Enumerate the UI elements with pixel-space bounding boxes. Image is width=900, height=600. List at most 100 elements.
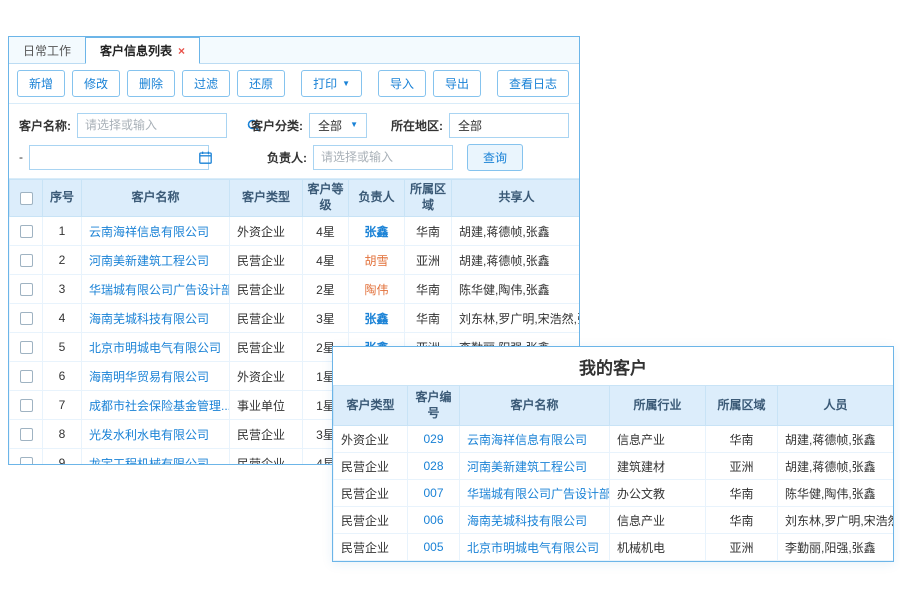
customer-name-link[interactable]: 海南明华贸易有限公司	[89, 370, 209, 384]
row-number: 9	[43, 449, 82, 466]
customer-name-link[interactable]: 海南芜城科技有限公司	[467, 514, 587, 528]
close-tab-icon[interactable]: ×	[178, 45, 185, 57]
people: 李勤丽,阳强,张鑫	[778, 534, 894, 561]
customer-name-link[interactable]: 海南芜城科技有限公司	[89, 312, 209, 326]
customer-name-link[interactable]: 河南美新建筑工程公司	[89, 254, 209, 268]
category-select[interactable]: 全部 ▼	[309, 113, 367, 138]
customer-name-link[interactable]: 龙宇工程机械有限公司	[89, 457, 209, 466]
row-checkbox[interactable]	[20, 428, 33, 441]
customer-name-link[interactable]: 华瑞城有限公司广告设计部	[467, 487, 610, 501]
column-header-type: 客户类型	[230, 180, 303, 217]
table-row[interactable]: 1 云南海祥信息有限公司 外资企业 4星 张鑫 华南 胡建,蒋德帧,张鑫	[10, 217, 581, 246]
owner-link[interactable]: 张鑫	[364, 312, 388, 326]
row-number: 8	[43, 420, 82, 449]
customer-name-link[interactable]: 光发水利水电有限公司	[89, 428, 209, 442]
print-button[interactable]: 打印 ▼	[301, 70, 362, 97]
row-checkbox[interactable]	[20, 370, 33, 383]
region: 华南	[706, 507, 778, 534]
customer-code-link[interactable]: 005	[423, 540, 443, 554]
row-checkbox[interactable]	[20, 254, 33, 267]
chevron-down-icon: ▼	[342, 80, 350, 88]
row-checkbox[interactable]	[20, 225, 33, 238]
query-button[interactable]: 查询	[467, 144, 523, 171]
customer-name-link[interactable]: 云南海祥信息有限公司	[467, 433, 587, 447]
import-button[interactable]: 导入	[378, 70, 426, 97]
row-checkbox[interactable]	[20, 399, 33, 412]
customer-name-link[interactable]: 北京市明城电气有限公司	[467, 541, 599, 555]
restore-button[interactable]: 还原	[237, 70, 285, 97]
customer-name-link[interactable]: 云南海祥信息有限公司	[89, 225, 209, 239]
customer-type: 外资企业	[230, 362, 303, 391]
table-row[interactable]: 4 海南芜城科技有限公司 民营企业 3星 张鑫 华南 刘东林,罗广明,宋浩然,张…	[10, 304, 581, 333]
delete-button[interactable]: 删除	[127, 70, 175, 97]
column-header-level: 客户等级	[303, 180, 349, 217]
row-number: 3	[43, 275, 82, 304]
owner-input-wrap	[313, 145, 453, 170]
region: 华南	[405, 275, 452, 304]
column-header-code: 客户编号	[408, 386, 460, 426]
customer-code-link[interactable]: 006	[423, 513, 443, 527]
customer-name-link[interactable]: 河南美新建筑工程公司	[467, 460, 587, 474]
column-header-name: 客户名称	[460, 386, 610, 426]
industry: 办公文教	[610, 480, 706, 507]
table-row[interactable]: 外资企业 029 云南海祥信息有限公司 信息产业 华南 胡建,蒋德帧,张鑫	[334, 426, 894, 453]
filter-row-1: 客户名称: 客户分类: 全部 ▼ 所在地区: 全部	[9, 110, 579, 140]
category-label: 客户分类:	[251, 117, 303, 134]
row-checkbox[interactable]	[20, 283, 33, 296]
region: 华南	[405, 304, 452, 333]
table-row[interactable]: 3 华瑞城有限公司广告设计部 民营企业 2星 陶伟 华南 陈华健,陶伟,张鑫	[10, 275, 581, 304]
category-value: 全部	[318, 117, 342, 134]
view-log-button[interactable]: 查看日志	[497, 70, 569, 97]
customer-type: 外资企业	[230, 217, 303, 246]
row-number: 5	[43, 333, 82, 362]
customer-type: 事业单位	[230, 391, 303, 420]
customer-name-input[interactable]	[78, 118, 247, 132]
table-row[interactable]: 民营企业 007 华瑞城有限公司广告设计部 办公文教 华南 陈华健,陶伟,张鑫	[334, 480, 894, 507]
people: 陈华健,陶伟,张鑫	[778, 480, 894, 507]
tab-label: 客户信息列表	[100, 42, 172, 59]
export-button[interactable]: 导出	[433, 70, 481, 97]
customer-type: 民营企业	[230, 246, 303, 275]
customer-name-link[interactable]: 北京市明城电气有限公司	[89, 341, 221, 355]
owner-label: 负责人:	[267, 149, 307, 166]
edit-button[interactable]: 修改	[72, 70, 120, 97]
column-header-region: 所属区域	[706, 386, 778, 426]
my-customers-title: 我的客户	[333, 347, 893, 385]
owner-input[interactable]	[314, 150, 483, 164]
customer-code-link[interactable]: 028	[423, 459, 443, 473]
table-row[interactable]: 民营企业 028 河南美新建筑工程公司 建筑建材 亚洲 胡建,蒋德帧,张鑫	[334, 453, 894, 480]
region-select[interactable]: 全部	[449, 113, 569, 138]
tab-label: 日常工作	[23, 42, 71, 59]
customer-type: 民营企业	[230, 449, 303, 466]
customer-level: 4星	[303, 217, 349, 246]
column-header-industry: 所属行业	[610, 386, 706, 426]
tab-daily-work[interactable]: 日常工作	[9, 37, 85, 63]
tab-customer-list[interactable]: 客户信息列表 ×	[85, 37, 200, 64]
customer-type: 民营企业	[334, 507, 408, 534]
owner-link[interactable]: 胡雪	[364, 254, 388, 268]
row-checkbox[interactable]	[20, 312, 33, 325]
customer-name-link[interactable]: 成都市社会保险基金管理...	[89, 399, 230, 413]
region: 亚洲	[706, 453, 778, 480]
select-all-checkbox[interactable]	[20, 192, 33, 205]
customer-name-link[interactable]: 华瑞城有限公司广告设计部	[89, 283, 230, 297]
filter-button[interactable]: 过滤	[182, 70, 230, 97]
date-input[interactable]	[30, 150, 199, 164]
table-row[interactable]: 民营企业 006 海南芜城科技有限公司 信息产业 华南 刘东林,罗广明,宋浩然.…	[334, 507, 894, 534]
table-row[interactable]: 民营企业 005 北京市明城电气有限公司 机械机电 亚洲 李勤丽,阳强,张鑫	[334, 534, 894, 561]
customer-code-link[interactable]: 007	[423, 486, 443, 500]
calendar-icon[interactable]	[199, 146, 212, 169]
owner-link[interactable]: 陶伟	[364, 283, 388, 297]
tab-bar: 日常工作 客户信息列表 ×	[9, 37, 579, 64]
region: 亚洲	[706, 534, 778, 561]
customer-level: 2星	[303, 275, 349, 304]
customer-code-link[interactable]: 029	[423, 432, 443, 446]
print-label: 打印	[313, 75, 337, 92]
customer-name-input-wrap	[77, 113, 227, 138]
row-checkbox[interactable]	[20, 341, 33, 354]
customer-level: 3星	[303, 304, 349, 333]
add-button[interactable]: 新增	[17, 70, 65, 97]
table-row[interactable]: 2 河南美新建筑工程公司 民营企业 4星 胡雪 亚洲 胡建,蒋德帧,张鑫	[10, 246, 581, 275]
owner-link[interactable]: 张鑫	[364, 225, 388, 239]
row-checkbox[interactable]	[20, 457, 33, 465]
